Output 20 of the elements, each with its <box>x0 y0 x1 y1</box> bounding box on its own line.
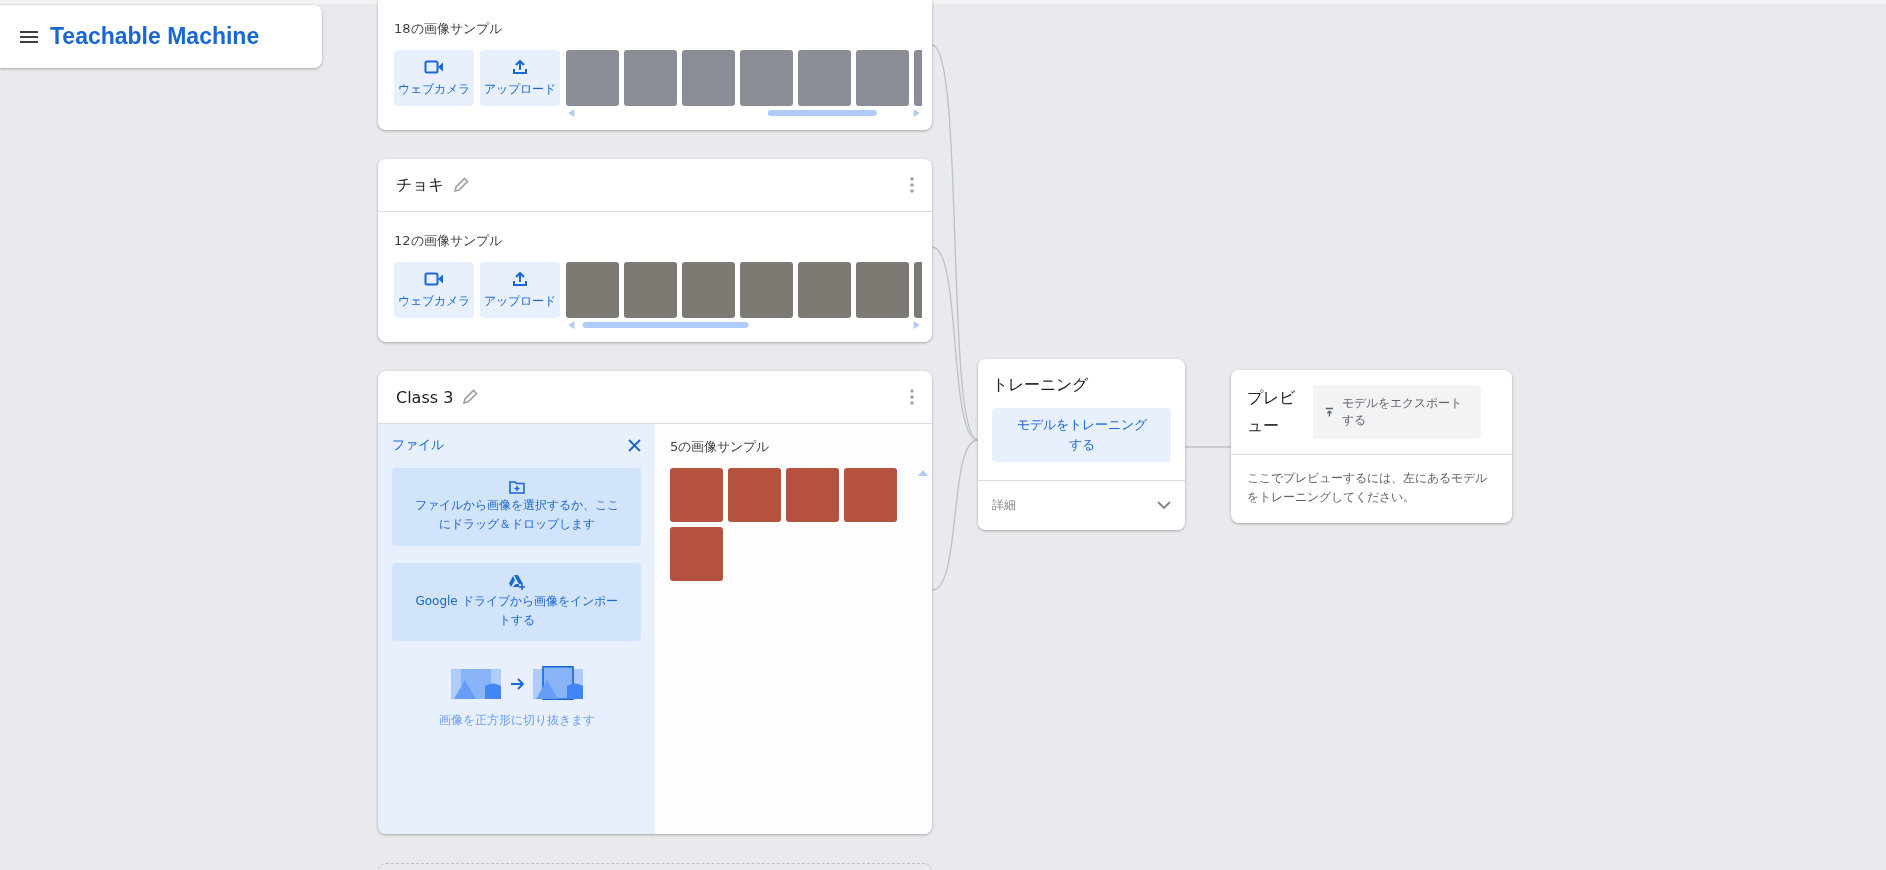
webcam-button[interactable]: ウェブカメラ <box>394 50 474 106</box>
panel-title: ファイル <box>392 436 444 454</box>
card-title: プレビュー <box>1247 387 1296 437</box>
crop-note: 画像を正方形に切り抜きます <box>437 712 596 729</box>
drive-import-button[interactable]: Google ドライブから画像をインポートする <box>392 563 641 641</box>
app-title: Teachable Machine <box>50 23 260 50</box>
webcam-button[interactable]: ウェブカメラ <box>394 262 474 318</box>
train-button[interactable]: モデルをトレーニングする <box>992 408 1171 462</box>
sample-count: 18の画像サンプル <box>394 20 503 38</box>
upload-button[interactable]: アップロード <box>480 50 560 106</box>
card-title: トレーニング <box>991 374 1089 396</box>
class-name: Class 3 <box>396 387 454 407</box>
advanced-toggle[interactable]: 詳細 <box>978 480 1185 530</box>
export-button[interactable]: モデルをエクスポートする <box>1313 385 1481 439</box>
upload-button[interactable]: アップロード <box>480 262 560 318</box>
preview-message: ここでプレビューするには、左にあるモデルをトレーニングしてください。 <box>1246 470 1488 506</box>
class-name: チョキ <box>396 174 444 196</box>
sample-count: 12の画像サンプル <box>394 232 503 250</box>
file-select-button[interactable]: ファイルから画像を選択するか、ここにドラッグ＆ドロップします <box>392 468 641 546</box>
sample-count: 5の画像サンプル <box>670 438 771 456</box>
